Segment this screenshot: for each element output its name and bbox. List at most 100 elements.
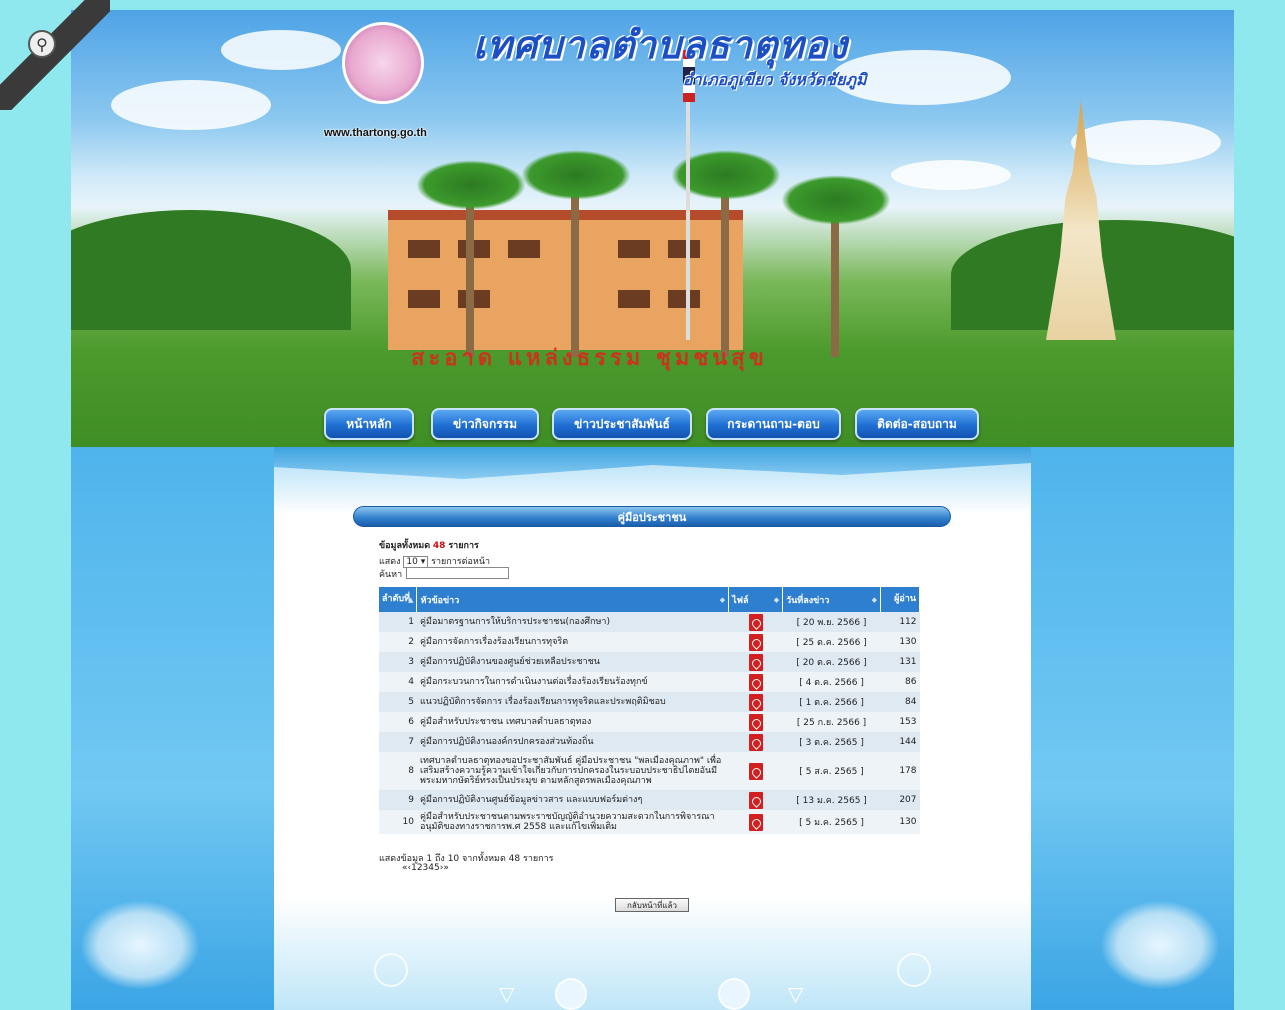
row-date: [ 25 ก.ย. 2566 ] (782, 712, 881, 732)
table-row[interactable]: 7 คู่มือการปฏิบัติงานองค์กรปกครองส่วนท้อง… (379, 732, 920, 752)
page-size-select[interactable]: 10 ▾ (403, 555, 429, 568)
mourning-ribbon-corner: ⚲ (0, 0, 110, 110)
pdf-file-link[interactable] (728, 732, 783, 752)
pdf-icon[interactable] (748, 791, 763, 809)
row-title-link[interactable]: คู่มือกระบวนการในการดำเนินงานต่อเรื่องร้… (416, 672, 729, 692)
table-row[interactable]: 9 คู่มือการปฏิบัติงานศูนย์ข้อมูลข่าวสาร แ… (379, 790, 920, 810)
row-number: 7 (379, 732, 417, 752)
col-header-views[interactable]: ผู้อ่าน (880, 587, 920, 612)
pdf-file-link[interactable] (728, 810, 783, 834)
nav-activity-news[interactable]: ข่าวกิจกรรม (431, 408, 539, 440)
row-title-link[interactable]: คู่มือการปฏิบัติงานของศูนย์ช่วยเหลือประช… (416, 652, 729, 672)
search-label: ค้นหา (379, 570, 403, 580)
col-header-date[interactable]: วันที่ลงข่าว ◆ (782, 587, 881, 612)
row-date: [ 20 พ.ย. 2566 ] (782, 612, 881, 632)
pdf-icon[interactable] (748, 633, 763, 651)
row-number: 5 (379, 692, 417, 712)
row-number: 8 (379, 752, 417, 790)
section-title: คู่มือประชาชน (353, 506, 951, 527)
row-date: [ 5 ม.ค. 2565 ] (782, 810, 881, 834)
pdf-file-link[interactable] (728, 752, 783, 790)
row-title-link[interactable]: คู่มือการปฏิบัติงานองค์กรปกครองส่วนท้องถ… (416, 732, 729, 752)
nav-qa-board[interactable]: กระดานถาม-ตอบ (706, 408, 841, 440)
pdf-file-link[interactable] (728, 692, 783, 712)
pdf-file-link[interactable] (728, 632, 783, 652)
table-row[interactable]: 8 เทศบาลตำบลธาตุทองขอประชาสัมพันธ์ คู่มือ… (379, 752, 920, 790)
row-views: 84 (880, 692, 920, 712)
decorative-leaf (1100, 900, 1220, 990)
row-number: 6 (379, 712, 417, 732)
decorative-circle (374, 953, 408, 987)
site-url: www.thartong.go.th (324, 127, 427, 139)
pdf-icon[interactable] (748, 673, 763, 691)
row-title-link[interactable]: คู่มือการจัดการเรื่องร้องเรียนการทุจริต (416, 632, 729, 652)
nav-contact[interactable]: ติดต่อ-สอบถาม (855, 408, 979, 440)
motto-text: สะอาด แหล่งธรรม ชุมชนสุข (411, 346, 768, 371)
pdf-icon[interactable] (748, 813, 763, 831)
nav-home[interactable]: หน้าหลัก (324, 408, 414, 440)
pdf-icon[interactable] (748, 713, 763, 731)
pdf-icon[interactable] (748, 613, 763, 631)
pdf-file-link[interactable] (728, 672, 783, 692)
total-count-value: 48 (432, 541, 446, 551)
col-header-file[interactable]: ไฟล์ ◆ (728, 587, 784, 612)
table-row[interactable]: 1 คู่มือมาตรฐานการให้บริการประชาชน(กองศึก… (379, 612, 920, 632)
row-title-link[interactable]: คู่มือสำหรับประชาชน เทศบาลตำบลธาตุทอง (416, 712, 729, 732)
row-number: 1 (379, 612, 417, 632)
table-row[interactable]: 6 คู่มือสำหรับประชาชน เทศบาลตำบลธาตุทอง [ … (379, 712, 920, 732)
chevron-down-icon: ▽ (499, 982, 515, 1006)
pdf-icon[interactable] (748, 762, 763, 780)
row-views: 207 (880, 790, 920, 810)
row-number: 9 (379, 790, 417, 810)
pdf-icon[interactable] (748, 693, 763, 711)
pdf-file-link[interactable] (728, 652, 783, 672)
pdf-icon[interactable] (748, 733, 763, 751)
decorative-circle (897, 953, 931, 987)
row-views: 178 (880, 752, 920, 790)
col-header-title[interactable]: หัวข้อข่าว ◆ (416, 587, 730, 612)
site-subtitle: อำเภอภูเขียว จังหวัดชัยภูมิ (683, 70, 867, 89)
row-number: 4 (379, 672, 417, 692)
row-number: 2 (379, 632, 417, 652)
pdf-icon[interactable] (748, 653, 763, 671)
decorative-leaf (80, 900, 200, 990)
row-title-link[interactable]: คู่มือการปฏิบัติงานศูนย์ข้อมูลข่าวสาร แล… (416, 790, 729, 810)
pagination[interactable]: «‹12345›» (402, 863, 449, 873)
row-date: [ 25 ต.ค. 2566 ] (782, 632, 881, 652)
table-row[interactable]: 4 คู่มือกระบวนการในการดำเนินงานต่อเรื่องร… (379, 672, 920, 692)
row-number: 10 (379, 810, 417, 834)
row-date: [ 20 ต.ค. 2566 ] (782, 652, 881, 672)
ribbon-icon: ⚲ (28, 30, 56, 58)
row-views: 130 (880, 632, 920, 652)
row-views: 131 (880, 652, 920, 672)
pdf-file-link[interactable] (728, 612, 783, 632)
decorative-circle (555, 978, 587, 1010)
chevron-down-icon: ▽ (788, 982, 804, 1006)
page-size-control: แสดง 10 ▾ รายการต่อหน้า (379, 555, 491, 568)
row-views: 112 (880, 612, 920, 632)
table-row[interactable]: 10 คู่มือสำหรับประชาชนตามพระราชบัญญัติอำน… (379, 810, 920, 834)
row-title-link[interactable]: คู่มือมาตรฐานการให้บริการประชาชน(กองศึกษ… (416, 612, 729, 632)
row-date: [ 4 ต.ค. 2566 ] (782, 672, 881, 692)
table-row[interactable]: 5 แนวปฏิบัติการจัดการ เรื่องร้องเรียนการท… (379, 692, 920, 712)
row-title-link[interactable]: แนวปฏิบัติการจัดการ เรื่องร้องเรียนการทุ… (416, 692, 729, 712)
row-views: 130 (880, 810, 920, 834)
col-header-num[interactable]: ลำดับที่ ▲ (379, 587, 418, 612)
back-button[interactable]: กลับหน้าที่แล้ว (615, 898, 689, 912)
row-views: 86 (880, 672, 920, 692)
row-number: 3 (379, 652, 417, 672)
header-banner: www.thartong.go.th เทศบาลตำบลธาตุทอง อำเ… (71, 10, 1234, 447)
row-date: [ 3 ต.ค. 2565 ] (782, 732, 881, 752)
search-input[interactable] (406, 567, 509, 579)
nav-pr-news[interactable]: ข่าวประชาสัมพันธ์ (552, 408, 692, 440)
row-views: 144 (880, 732, 920, 752)
pdf-file-link[interactable] (728, 790, 783, 810)
row-date: [ 5 ส.ค. 2565 ] (782, 752, 881, 790)
site-title: เทศบาลตำบลธาตุทอง (473, 23, 848, 67)
row-title-link[interactable]: คู่มือสำหรับประชาชนตามพระราชบัญญัติอำนวย… (416, 810, 729, 834)
pdf-file-link[interactable] (728, 712, 783, 732)
table-row[interactable]: 3 คู่มือการปฏิบัติงานของศูนย์ช่วยเหลือประ… (379, 652, 920, 672)
table-row[interactable]: 2 คู่มือการจัดการเรื่องร้องเรียนการทุจริต… (379, 632, 920, 652)
row-title-link[interactable]: เทศบาลตำบลธาตุทองขอประชาสัมพันธ์ คู่มือป… (416, 752, 729, 790)
row-date: [ 1 ต.ค. 2566 ] (782, 692, 881, 712)
